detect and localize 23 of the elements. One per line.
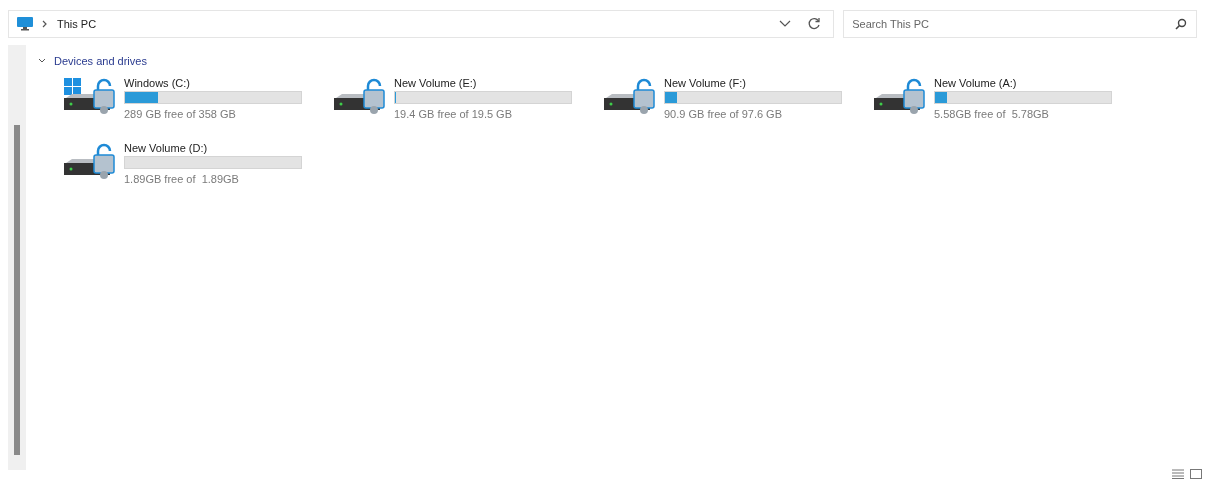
drive-name[interactable]: New Volume (D:) <box>124 140 302 155</box>
refresh-icon[interactable] <box>807 17 822 31</box>
chevron-down-icon <box>38 58 46 65</box>
free-space-text: 19.4 GB free of 19.5 GB <box>394 106 513 121</box>
dropdown-icon[interactable] <box>779 20 792 28</box>
tiles-view-icon[interactable] <box>1190 469 1202 479</box>
drive-name[interactable]: New Volume (F:) <box>664 75 842 90</box>
drive-name[interactable]: New Volume (A:) <box>934 75 1112 90</box>
details-view-icon[interactable] <box>1172 469 1184 479</box>
drive-name[interactable]: Windows (C:) <box>124 75 302 90</box>
address-bar[interactable]: This PC <box>8 10 835 38</box>
chevron-right-icon <box>41 20 49 28</box>
search-icon[interactable] <box>1175 18 1187 30</box>
drive-name[interactable]: New Volume (E:) <box>394 75 572 90</box>
free-space-text: 289 GB free of 358 GB <box>124 106 237 121</box>
monitor-icon <box>17 17 33 31</box>
free-space-text: 1.89GB free of 1.89GB <box>124 171 240 186</box>
location-text: This PC <box>57 16 97 32</box>
scrollbar[interactable] <box>8 45 26 470</box>
free-space-text: 90.9 GB free of 97.6 GB <box>664 106 783 121</box>
section-header[interactable]: Devices and drives <box>38 53 1140 70</box>
free-space-text: 5.58GB free of 5.78GB <box>934 106 1050 121</box>
search-field[interactable]: Search This PC <box>843 10 1197 38</box>
